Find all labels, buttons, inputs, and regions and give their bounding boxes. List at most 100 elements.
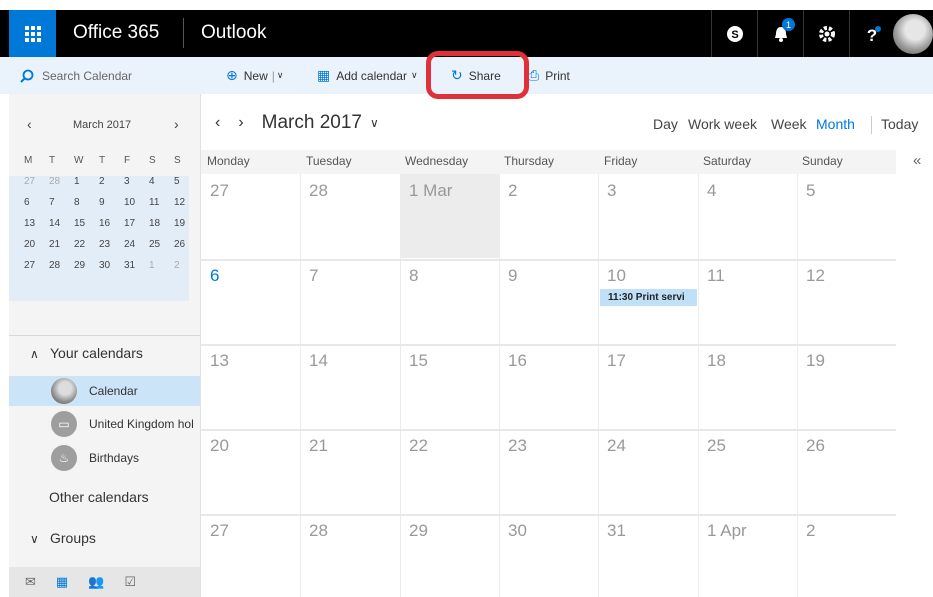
day-cell[interactable]: 11 [698,259,797,344]
day-cell[interactable]: 16 [499,344,598,429]
minical-day[interactable]: 22 [74,239,99,250]
add-calendar-button[interactable]: ▦ Add calendar ∨ [317,57,418,94]
calendar-module-icon[interactable]: ▦ [56,574,68,590]
minical-day[interactable]: 5 [174,176,199,187]
mail-icon[interactable]: ✉ [25,574,36,590]
view-month[interactable]: Month [816,116,855,136]
today-button[interactable]: Today [881,116,918,136]
people-icon[interactable]: 👥 [88,574,104,590]
minical-day[interactable]: 29 [74,260,99,271]
view-week[interactable]: Week [771,116,807,136]
chevron-down-icon[interactable]: ∨ [370,116,379,130]
minical-day[interactable]: 14 [49,218,74,229]
day-cell[interactable]: 21 [300,429,399,514]
calendar-item-birthdays[interactable]: ♨ Birthdays [9,443,200,473]
minical-day[interactable]: 21 [49,239,74,250]
minical-day[interactable]: 10 [124,197,149,208]
day-cell[interactable]: 1 Mar [400,174,499,259]
day-cell[interactable]: 19 [797,344,896,429]
app-launcher-icon[interactable] [9,10,56,57]
minical-day[interactable]: 26 [174,239,199,250]
minical-day[interactable]: 11 [149,197,174,208]
day-cell[interactable]: 12 [797,259,896,344]
minical-month[interactable]: March 2017 [73,119,131,131]
view-day[interactable]: Day [653,116,678,136]
minical-day[interactable]: 12 [174,197,199,208]
notifications-button[interactable]: 1 [757,10,803,57]
day-cell[interactable]: 28 [300,514,399,597]
chevron-down-icon[interactable]: ∨ [277,70,284,81]
day-cell[interactable]: 18 [698,344,797,429]
day-cell[interactable]: 31 [598,514,697,597]
new-button[interactable]: ⊕ New | ∨ [226,57,283,94]
minical-day[interactable]: 28 [49,260,74,271]
minical-day[interactable]: 24 [124,239,149,250]
calendar-item-calendar[interactable]: Calendar [9,376,200,406]
minical-day[interactable]: 2 [174,260,199,271]
minical-day[interactable]: 2 [99,176,124,187]
minical-day[interactable]: 27 [24,176,49,187]
settings-button[interactable] [803,10,849,57]
other-calendars-link[interactable]: Other calendars [49,489,149,505]
day-cell[interactable]: 20 [201,429,300,514]
office-brand[interactable]: Office 365 [73,22,159,44]
minical-day[interactable]: 16 [99,218,124,229]
next-month-icon[interactable]: › [238,114,243,132]
day-cell[interactable]: 27 [201,514,300,597]
calendar-item-uk-holidays[interactable]: ▭ United Kingdom hol [9,409,200,439]
minical-next-icon[interactable]: › [174,116,179,132]
minical-day[interactable]: 20 [24,239,49,250]
search-box[interactable]: Search Calendar [0,57,200,94]
day-cell[interactable]: 7 [300,259,399,344]
day-cell[interactable]: 15 [400,344,499,429]
minical-day[interactable]: 23 [99,239,124,250]
minical-day[interactable]: 8 [74,197,99,208]
minical-day[interactable]: 1 [74,176,99,187]
day-cell[interactable]: 9 [499,259,598,344]
day-cell[interactable]: 17 [598,344,697,429]
minical-day[interactable]: 25 [149,239,174,250]
day-cell[interactable]: 6 [201,259,300,344]
minical-day[interactable]: 30 [99,260,124,271]
view-work-week[interactable]: Work week [688,116,757,136]
day-cell[interactable]: 30 [499,514,598,597]
day-cell[interactable]: 24 [598,429,697,514]
tasks-icon[interactable]: ☑ [124,574,136,590]
groups-toggle[interactable]: ∨ Groups [30,530,96,546]
day-cell[interactable]: 25 [698,429,797,514]
help-button[interactable]: ? [849,10,895,57]
day-cell[interactable]: 27 [201,174,300,259]
minical-day[interactable]: 3 [124,176,149,187]
day-cell[interactable]: 26 [797,429,896,514]
minical-day[interactable]: 19 [174,218,199,229]
day-cell[interactable]: 3 [598,174,697,259]
prev-month-icon[interactable]: ‹ [215,114,220,132]
day-cell[interactable]: 2 [797,514,896,597]
day-cell[interactable]: 8 [400,259,499,344]
app-name[interactable]: Outlook [201,22,266,44]
minical-day[interactable]: 13 [24,218,49,229]
day-cell[interactable]: 23 [499,429,598,514]
user-avatar[interactable] [893,14,933,54]
minical-day[interactable]: 18 [149,218,174,229]
day-cell[interactable]: 22 [400,429,499,514]
minical-day[interactable]: 27 [24,260,49,271]
day-cell[interactable]: 2 [499,174,598,259]
month-title[interactable]: March 2017 [262,112,362,134]
minical-day[interactable]: 7 [49,197,74,208]
minical-day[interactable]: 9 [99,197,124,208]
day-cell[interactable]: 1 Apr [698,514,797,597]
minical-day[interactable]: 15 [74,218,99,229]
day-cell[interactable]: 28 [300,174,399,259]
day-cell[interactable]: 4 [698,174,797,259]
minical-day[interactable]: 1 [149,260,174,271]
your-calendars-toggle[interactable]: ∧ Your calendars [30,345,143,361]
day-cell[interactable]: 14 [300,344,399,429]
minical-day[interactable]: 4 [149,176,174,187]
skype-button[interactable]: S [711,10,757,57]
minical-prev-icon[interactable]: ‹ [27,116,32,132]
day-cell[interactable]: 29 [400,514,499,597]
minical-day[interactable]: 28 [49,176,74,187]
minical-day[interactable]: 6 [24,197,49,208]
minical-day[interactable]: 31 [124,260,149,271]
